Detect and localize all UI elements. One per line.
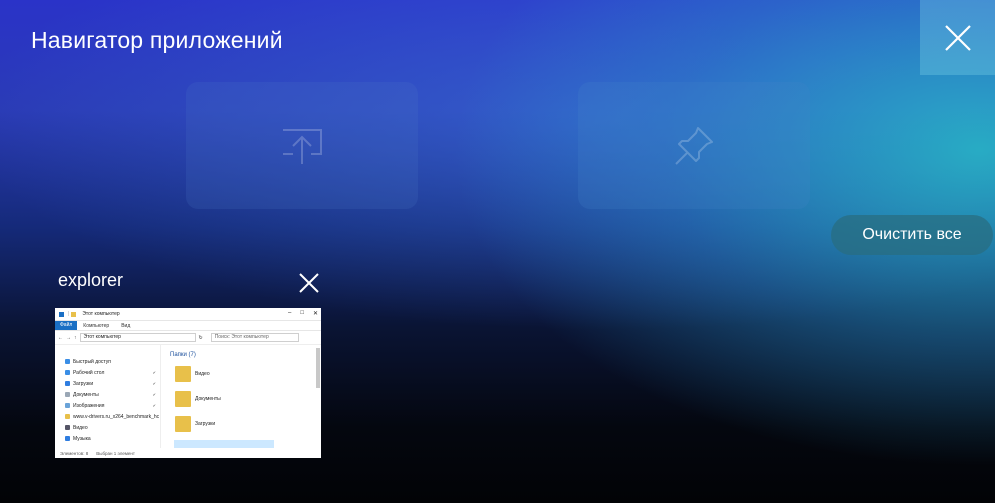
explorer-thumbnail[interactable]: | Этот компьютер – □ ✕ Файл Компьютер Ви… <box>55 308 321 458</box>
pin-tile[interactable] <box>578 82 810 209</box>
maximize-icon: □ <box>300 310 304 316</box>
pictures-icon <box>65 403 70 408</box>
app-card-title: explorer <box>58 270 124 290</box>
thumb-ribbon: Файл Компьютер Вид <box>55 321 321 331</box>
music-icon <box>65 436 70 441</box>
pin-icon: ✔ <box>152 392 156 397</box>
pin-icon <box>675 126 713 165</box>
folder-item: Документы <box>175 391 221 407</box>
selected-folder-highlight <box>174 440 274 448</box>
nav-item: Музыка <box>55 433 160 444</box>
nav-item: Быстрый доступ <box>55 356 160 367</box>
thumb-nav-pane: Быстрый доступ Рабочий стол ✔ Загрузки ✔ Д… <box>55 344 161 448</box>
search-field: Поиск: Этот компьютер <box>210 333 299 342</box>
folder-item: Видео <box>175 366 210 382</box>
folder-item: Загрузки <box>175 416 215 432</box>
video-icon <box>65 425 70 430</box>
folders-group-label: Папки (7) <box>170 352 196 358</box>
documents-folder-icon <box>175 391 191 407</box>
downloads-folder-icon <box>175 416 191 432</box>
close-navigator-button[interactable] <box>920 0 995 75</box>
ribbon-tab-view: Вид <box>121 322 131 329</box>
properties-icon <box>71 311 77 317</box>
nav-item: www.v-drivers.ru_x264_benchmark_hc <box>55 411 160 422</box>
back-icon: ← <box>58 334 63 341</box>
close-icon <box>299 273 319 293</box>
clear-all-button[interactable]: Очистить все <box>831 215 993 255</box>
nav-item: Изображения ✔ <box>55 400 160 411</box>
desktop-icon <box>65 370 70 375</box>
refresh-icon: ↻ <box>198 334 203 341</box>
thumb-content-pane: Папки (7) Видео Документы Загрузки <box>161 344 321 448</box>
pin-icon: ✔ <box>152 370 156 375</box>
folder-icon <box>59 311 64 317</box>
pin-icon: ✔ <box>152 403 156 408</box>
thumb-address-bar: ← → ↑ Этот компьютер ↻ Поиск: Этот компь… <box>55 331 321 345</box>
video-folder-icon <box>175 366 191 382</box>
folder-icon <box>65 414 70 419</box>
address-field: Этот компьютер <box>79 333 196 342</box>
ribbon-tab-computer: Компьютер <box>83 322 110 329</box>
close-icon <box>944 24 971 51</box>
share-icon <box>283 128 322 164</box>
download-icon <box>65 381 70 386</box>
nav-item: Рабочий стол ✔ <box>55 367 160 378</box>
thumb-window-title: Этот компьютер <box>82 311 120 317</box>
share-tile[interactable] <box>186 82 418 209</box>
nav-item: Загрузки ✔ <box>55 378 160 389</box>
minimize-icon: – <box>288 310 292 316</box>
thumb-titlebar: | Этот компьютер – □ ✕ <box>55 308 321 321</box>
star-icon <box>65 359 70 364</box>
close-app-button[interactable] <box>298 272 320 294</box>
thumb-status-bar: Элементов: 8 Выбран 1 элемент <box>60 450 135 456</box>
forward-icon: → <box>66 334 71 341</box>
documents-icon <box>65 392 70 397</box>
nav-item: Видео <box>55 422 160 433</box>
scrollbar <box>316 348 320 388</box>
page-title: Навигатор приложений <box>31 27 283 53</box>
up-icon: ↑ <box>74 334 77 341</box>
pin-icon: ✔ <box>152 381 156 386</box>
nav-item: Документы ✔ <box>55 389 160 400</box>
ribbon-tab-file: Файл <box>55 321 78 330</box>
close-icon: ✕ <box>312 311 318 317</box>
